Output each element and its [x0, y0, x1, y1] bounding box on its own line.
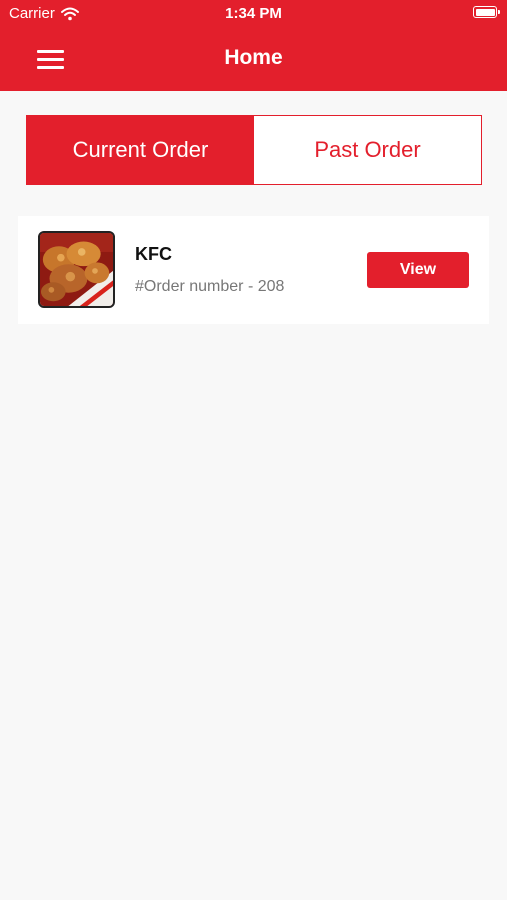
battery-level [475, 8, 495, 16]
order-number: #Order number - 208 [135, 278, 285, 295]
tab-current-order[interactable]: Current Order [27, 116, 254, 184]
food-image [40, 233, 113, 306]
battery-icon [473, 6, 500, 18]
header-bar: Carrier 1:34 PM Home [0, 0, 507, 91]
nav-bar: Home [0, 28, 507, 91]
status-bar: Carrier 1:34 PM [0, 0, 507, 28]
home-screen: Carrier 1:34 PM Home Current Order Past … [0, 0, 507, 900]
restaurant-name: KFC [135, 244, 172, 264]
order-segment-control: Current Order Past Order [26, 115, 482, 185]
order-card: KFC #Order number - 208 View [18, 216, 489, 324]
view-order-button[interactable]: View [367, 252, 469, 288]
status-time: 1:34 PM [225, 5, 282, 22]
tab-past-order[interactable]: Past Order [254, 116, 481, 184]
restaurant-thumbnail [38, 231, 115, 308]
page-title: Home [224, 46, 283, 69]
